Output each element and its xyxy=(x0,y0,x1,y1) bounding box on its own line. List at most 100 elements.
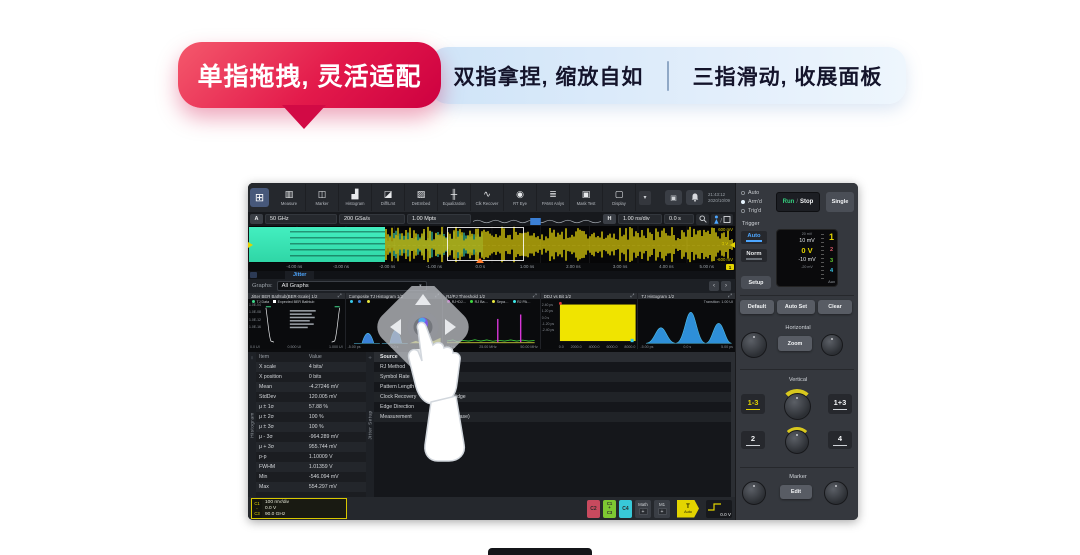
table-row: μ + 3σ955.744 mV xyxy=(256,442,366,452)
histogram-shapes xyxy=(346,299,443,349)
toolbar-app-measure[interactable]: ▥Measure xyxy=(273,184,306,211)
search-button[interactable] xyxy=(696,214,709,225)
expand-icon[interactable]: ⤢ xyxy=(630,293,634,299)
graphs-prev-button[interactable]: ‹ xyxy=(709,281,719,291)
toolbar-app-difflmt[interactable]: ◪Diff/Lmt xyxy=(372,184,405,211)
ch3-number[interactable]: 3 xyxy=(830,258,833,264)
marker-b-knob[interactable] xyxy=(824,481,848,505)
toolbar-app-mask-test[interactable]: ▣Mask Test xyxy=(570,184,603,211)
main-waveform-area[interactable]: 600 mV 0 V -600 mV xyxy=(248,226,735,263)
acq-h-button[interactable]: H xyxy=(603,214,616,224)
source-row: RJ Method xyxy=(374,362,731,372)
channel-4-select-button[interactable]: 4 xyxy=(828,431,852,449)
expand-icon[interactable]: ⤢ xyxy=(533,293,537,299)
tick: 1.00 ns xyxy=(520,264,534,269)
graph-tj-histogram[interactable]: TJ Histogram 1/2⤢ Transition: 1.00 UI -5… xyxy=(638,293,735,349)
snapshot-button[interactable]: ▣ xyxy=(665,190,682,205)
vertical-scale-knob[interactable] xyxy=(784,393,811,420)
ch4-number[interactable]: 4 xyxy=(830,268,833,274)
trigger-setup-button[interactable]: Setup xyxy=(741,276,771,289)
jitter-setup-side-tab[interactable]: ✛ Jitter Setup xyxy=(366,352,374,497)
channel2-button[interactable]: C2 xyxy=(587,500,600,518)
display-icon: ▢ xyxy=(615,189,624,199)
acq-a-button[interactable]: A xyxy=(250,214,263,224)
sample-rate-field[interactable]: 200 GSa/s xyxy=(339,214,405,224)
horizontal-position-knob[interactable] xyxy=(741,332,767,358)
page: 双指拿捏, 缩放自如 三指滑动, 收展面板 单指拖拽, 灵活适配 ⊞ ▥Meas… xyxy=(0,0,1080,555)
timebase-preview[interactable] xyxy=(473,214,601,225)
trigger-tag[interactable]: TAuto xyxy=(677,500,699,518)
marker-a-knob[interactable] xyxy=(742,481,766,505)
touch-mode-button[interactable]: / xyxy=(711,214,733,225)
tick: 5.00 ns xyxy=(700,264,714,269)
vertical-offset-knob[interactable] xyxy=(785,430,809,454)
toolbar-app-histogram[interactable]: ▟Histogram xyxy=(339,184,372,211)
histogram-side-tab[interactable]: ⁝⁝ Histogram xyxy=(248,352,256,497)
toolbar-app-equalization[interactable]: ╫Equalization xyxy=(438,184,471,211)
single-button[interactable]: Single xyxy=(826,192,854,212)
graph-rj-pj-threshold[interactable]: RJ/PJ Threshold 1/2⤢ RJ+DJ… RJ Ba… Sepa…… xyxy=(443,293,541,349)
toolbar-app-deembed[interactable]: ▨DeEmbed xyxy=(405,184,438,211)
math-button[interactable]: Math + xyxy=(635,500,651,518)
ch2-number[interactable]: 2 xyxy=(830,247,833,253)
memory1-button[interactable]: M1 + xyxy=(654,500,670,518)
channel-1plus3-select-button[interactable]: 1+3 xyxy=(828,394,852,414)
apps-grid-icon[interactable]: ⊞ xyxy=(250,188,269,207)
channel-1-3-select-button[interactable]: 1-3 xyxy=(741,394,765,414)
trigger-auto-button[interactable]: Auto xyxy=(741,231,767,244)
run-stop-button[interactable]: Run/Stop xyxy=(776,192,820,212)
bell-icon xyxy=(691,193,699,202)
source-row: MeasurementTIE (Phase) xyxy=(374,412,731,422)
graph-bathtub[interactable]: Jitter BER Bathtub(BER-Scale) 1/2⤢ TJ Da… xyxy=(248,293,346,349)
graphs-select[interactable]: All Graphs ▾ xyxy=(277,281,427,291)
marker-edit-button[interactable]: Edit xyxy=(780,485,812,499)
ch1-number[interactable]: 1 xyxy=(829,232,834,242)
channel-2-select-button[interactable]: 2 xyxy=(741,431,765,449)
level-ticks xyxy=(821,234,824,282)
expand-icon[interactable]: ⤢ xyxy=(338,293,342,299)
memory-depth-field[interactable]: 1.00 Mpts xyxy=(407,214,471,224)
add-memory-icon[interactable]: + xyxy=(658,508,667,515)
graph-composite-tj-histogram[interactable]: Composite TJ Histogram 1/2⤢ -5.00 ps0.0 … xyxy=(346,293,444,349)
toolbar-more-caret-icon[interactable]: ▾ xyxy=(639,191,651,205)
channel1plus3-button[interactable]: C1+C3 xyxy=(603,500,616,518)
tick: 3.00 ns xyxy=(613,264,627,269)
clear-button[interactable]: Clear xyxy=(818,300,852,314)
toolbar-app-rt-eye[interactable]: ◉RT Eye xyxy=(504,184,537,211)
zoom-button[interactable]: Zoom xyxy=(778,336,812,351)
channel1-status-box[interactable]: C1-C3 100 mV/div 0.0 V 90.0 GHz xyxy=(251,498,347,519)
default-button[interactable]: Default xyxy=(740,300,774,314)
toolbar-app-clk-recover[interactable]: ∿Clk Recover xyxy=(471,184,504,211)
trigger-norm-button[interactable]: Norm xyxy=(741,249,767,262)
channel-ref-marker-left[interactable] xyxy=(248,242,253,248)
source-row: Edge DirectionBoth xyxy=(374,402,731,412)
zoom-window-outline[interactable] xyxy=(447,227,524,261)
timebase-field[interactable]: 1.00 ns/div xyxy=(618,214,662,224)
toolbar-app-pam4[interactable]: ≣PAM4 Anlys xyxy=(537,184,570,211)
toolbar-app-display[interactable]: ▢Display xyxy=(603,184,636,211)
auto-set-button[interactable]: Auto Set xyxy=(777,300,815,314)
graph-title: RJ/PJ Threshold 1/2 xyxy=(446,294,533,299)
add-math-icon[interactable]: + xyxy=(639,508,648,515)
graph-ddj-vs-bit[interactable]: DDJ vs Bit 1/2⤢ 2.40 ps1.20 ps0.0 s-1.20… xyxy=(541,293,639,349)
cropped-bottom-element xyxy=(488,548,592,555)
expand-icon[interactable]: ⤢ xyxy=(435,293,439,299)
tick: -4.00 ns xyxy=(286,264,302,269)
horizontal-scale-knob[interactable] xyxy=(821,334,843,356)
trigger-edge-box[interactable]: 0.0 V xyxy=(706,500,732,518)
panel-collapse-icon[interactable] xyxy=(250,272,257,278)
bandwidth-field[interactable]: 50 GHz xyxy=(265,214,337,224)
delay-field[interactable]: 0.0 s xyxy=(664,214,694,224)
graphs-next-button[interactable]: › xyxy=(721,281,731,291)
tab-jitter[interactable]: Jitter xyxy=(285,271,314,279)
channel-levels-display: 20 mV 10 mV 0 V -10 mV -20 mV 1 2 3 4 Au… xyxy=(776,229,838,287)
expand-icon[interactable]: ⤢ xyxy=(728,293,732,299)
app-toolbar: ⊞ ▥Measure ◫Marker ▟Histogram ◪Diff/Lmt … xyxy=(248,183,735,212)
channel4-button[interactable]: C4 xyxy=(619,500,632,518)
toolbar-app-marker[interactable]: ◫Marker xyxy=(306,184,339,211)
graphs-bar: Graphs: All Graphs ▾ ‹ › xyxy=(248,279,735,293)
measurement-table[interactable]: ItemValue X scale4 bits/ X position0 bit… xyxy=(256,352,366,497)
deembed-icon: ▨ xyxy=(417,189,426,199)
notification-button[interactable] xyxy=(686,190,703,205)
source-panel[interactable]: Source RJ Method Symbol Rate Pattern Len… xyxy=(374,352,731,497)
